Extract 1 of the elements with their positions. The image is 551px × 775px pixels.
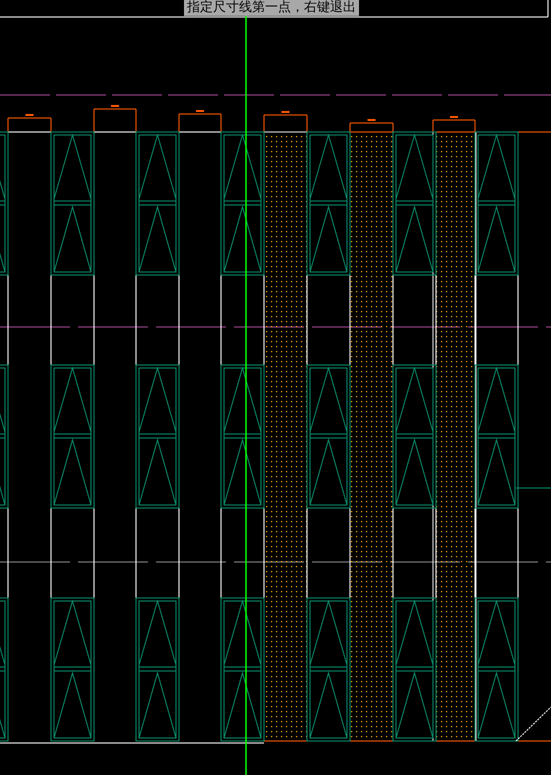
command-prompt-tooltip: 指定尺寸线第一点，右键退出 (184, 0, 359, 16)
